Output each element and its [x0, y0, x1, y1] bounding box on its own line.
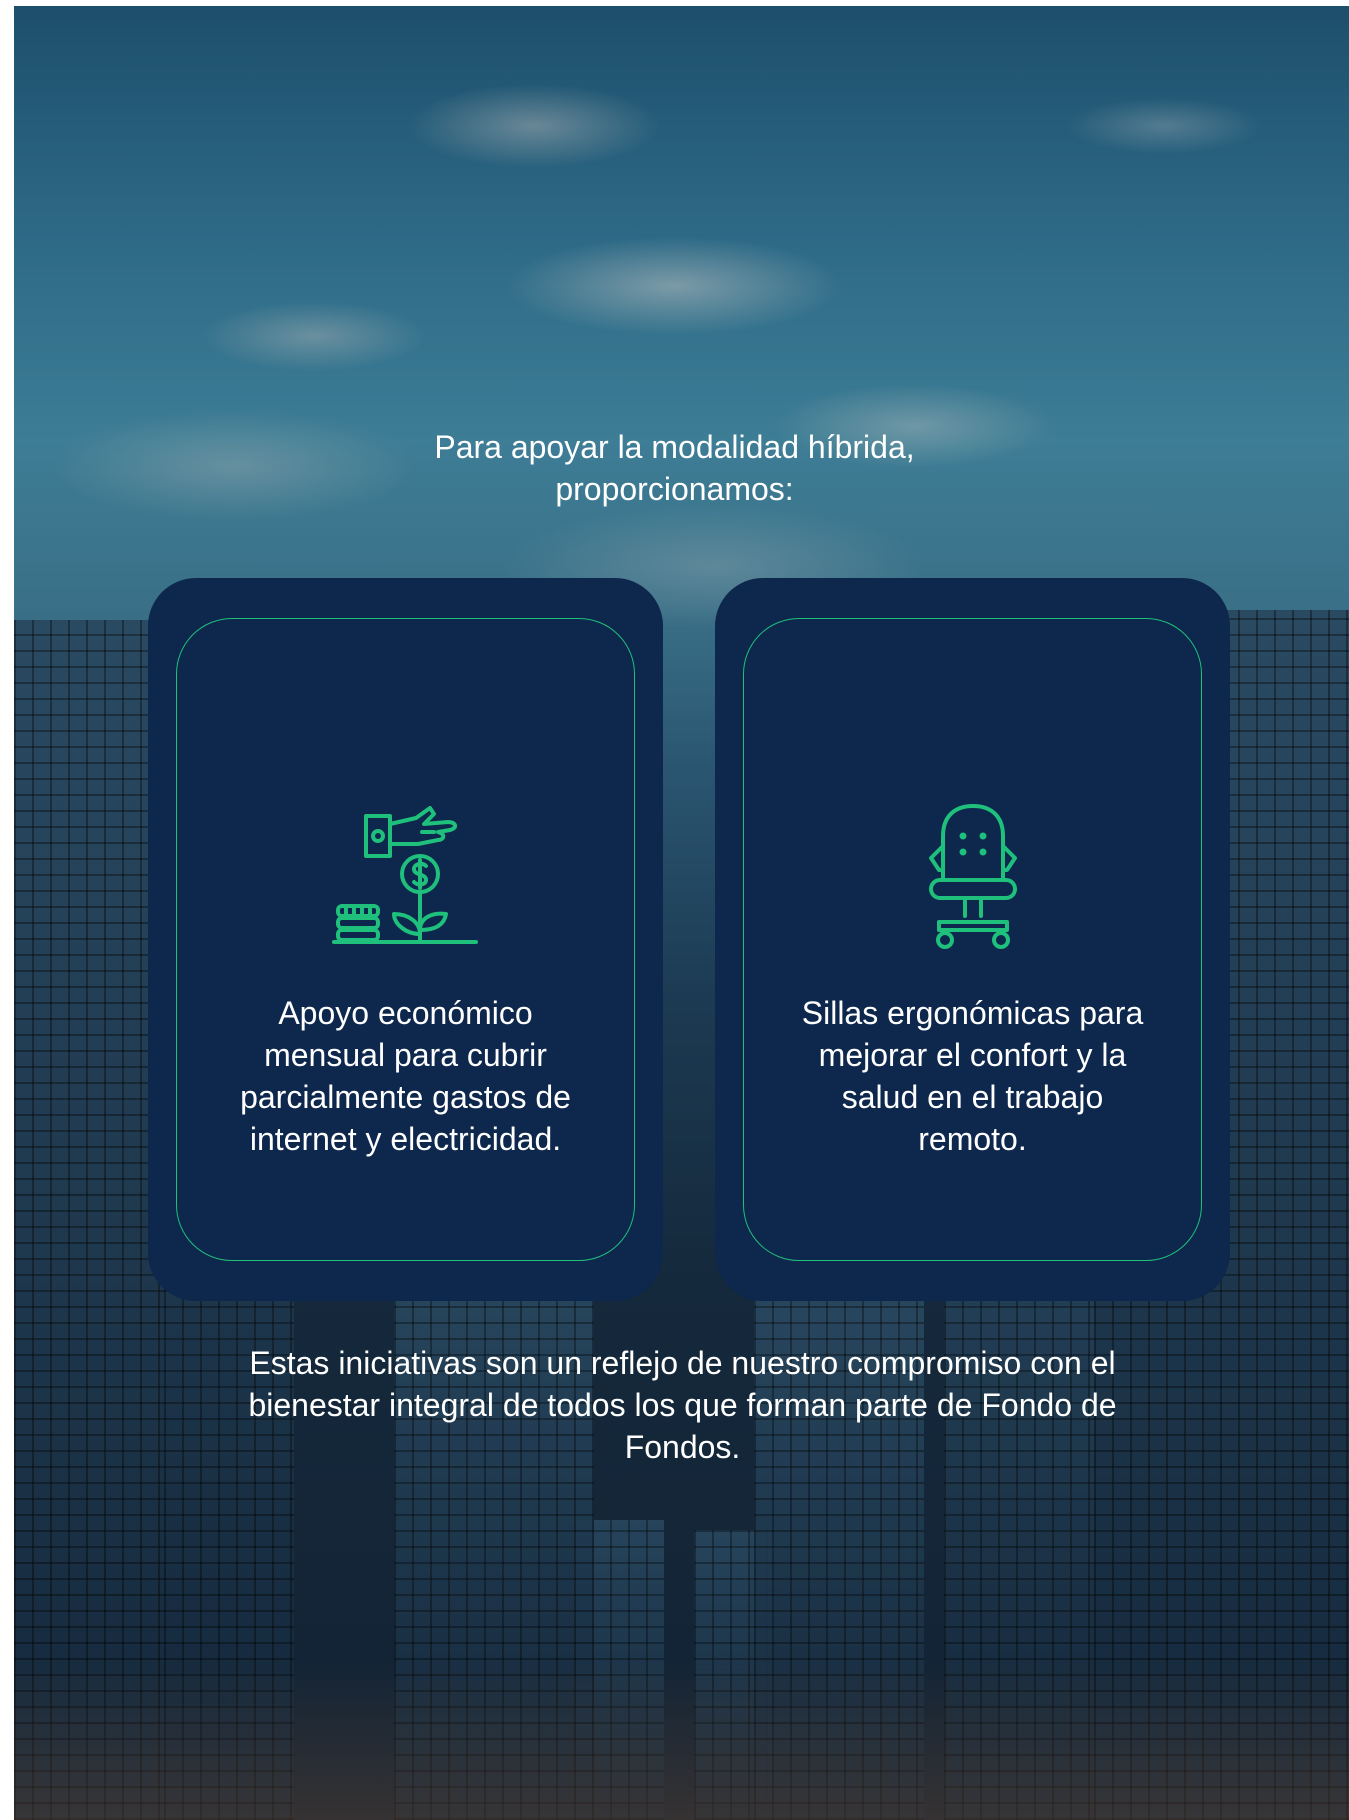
closing-text: Estas iniciativas son un reflejo de nues…	[248, 1345, 1117, 1465]
hand-money-plant-icon	[331, 806, 478, 944]
benefit-card-internet: Apoyo económico mensual para cubrir parc…	[148, 578, 663, 1301]
street-glow	[14, 1660, 1349, 1820]
benefit-card-chair: Sillas ergonómicas para mejorar el confo…	[715, 578, 1230, 1301]
card-border: Apoyo económico mensual para cubrir parc…	[176, 618, 635, 1261]
intro-heading: Para apoyar la modalidad híbrida, propor…	[0, 426, 1349, 510]
benefit-text: Apoyo económico mensual para cubrir parc…	[240, 995, 571, 1157]
intro-line-1: Para apoyar la modalidad híbrida,	[434, 429, 915, 465]
building	[14, 620, 164, 1820]
intro-line-2: proporcionamos:	[555, 471, 794, 507]
card-border: Sillas ergonómicas para mejorar el confo…	[743, 618, 1202, 1261]
office-chair-icon	[928, 804, 1017, 949]
benefit-text: Sillas ergonómicas para mejorar el confo…	[801, 995, 1144, 1157]
